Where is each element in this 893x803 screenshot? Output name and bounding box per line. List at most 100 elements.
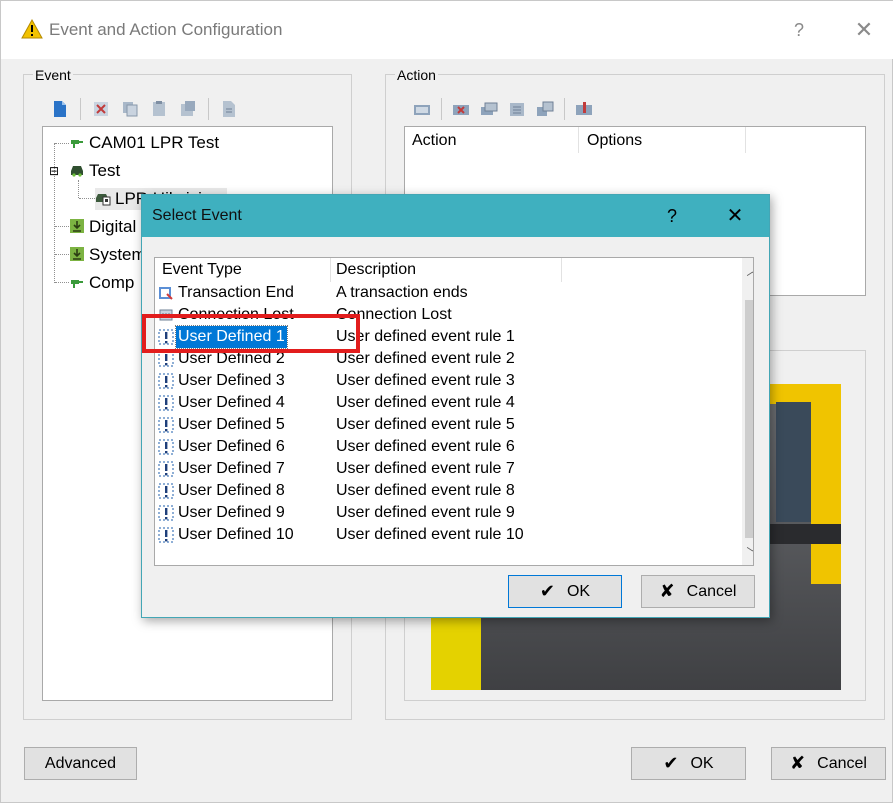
tree-line [78,180,79,198]
dialog-title: Select Event [152,207,242,224]
column-divider [578,127,579,153]
tree-item-test[interactable]: Test [69,160,120,182]
cross-icon: ✘ [790,753,806,773]
window-help-button[interactable]: ? [784,15,814,45]
event-group-label: Event [33,67,73,83]
toolbar-separator [208,98,209,120]
plug-icon [71,140,83,148]
scroll-thumb[interactable] [745,300,753,538]
tree-item-system[interactable]: System [69,244,146,266]
event-action-config-window: Event and Action Configuration ? ✕ Event… [0,0,893,803]
new-event-icon[interactable] [51,100,69,118]
event-type-cell: User Defined 5 [178,416,285,433]
exclamation-icon [158,527,174,543]
paste-event-icon[interactable] [150,100,168,118]
event-row[interactable]: User Defined 6 User defined event rule 6 [155,436,735,458]
lpr-camera-icon [96,194,111,206]
copy-action-icon[interactable] [480,100,498,118]
check-icon: ✔ [539,581,555,601]
check-icon: ✔ [663,753,679,773]
event-description-cell: User defined event rule 6 [336,438,515,455]
copy-event-icon[interactable] [121,100,139,118]
tree-item-cam01[interactable]: CAM01 LPR Test [69,132,219,154]
event-description-cell: User defined event rule 5 [336,416,515,433]
event-description-cell: A transaction ends [336,284,468,301]
window-title: Event and Action Configuration [49,20,283,39]
event-type-list[interactable]: Event Type Description Transaction End A … [154,257,754,566]
tree-line [55,143,69,144]
event-type-cell: User Defined 4 [178,394,285,411]
tree-expander[interactable]: ⊟ [49,165,59,177]
dialog-close-button[interactable]: ✕ [720,203,750,229]
options-column-header[interactable]: Options [587,132,642,150]
properties-event-icon[interactable] [220,100,238,118]
duplicate-event-icon[interactable] [179,100,197,118]
dialog-ok-button[interactable]: ✔ OK [508,575,622,608]
event-list-scrollbar[interactable]: ︿ ﹀ [742,258,753,565]
exclamation-icon [158,373,174,389]
properties-action-icon[interactable] [575,100,593,118]
event-type-cell: User Defined 7 [178,460,285,477]
event-row[interactable]: User Defined 8 User defined event rule 8 [155,480,735,502]
warning-icon [21,19,43,39]
system-icon [70,247,84,261]
new-action-icon[interactable] [413,100,431,118]
event-row[interactable]: Transaction End A transaction ends [155,282,735,304]
window-close-button[interactable]: ✕ [849,15,879,45]
highlight-annotation-box [142,314,360,353]
event-description-cell: User defined event rule 1 [336,328,515,345]
event-row[interactable]: User Defined 7 User defined event rule 7 [155,458,735,480]
cross-icon: ✘ [659,581,675,601]
exclamation-icon [158,439,174,455]
advanced-button[interactable]: Advanced [24,747,137,780]
event-type-cell: User Defined 6 [178,438,285,455]
event-description-cell: User defined event rule 2 [336,350,515,367]
event-row[interactable]: User Defined 10 User defined event rule 1… [155,524,735,546]
event-description-cell: User defined event rule 3 [336,372,515,389]
ok-button[interactable]: ✔ OK [631,747,746,780]
exclamation-icon [158,417,174,433]
digital-input-icon [70,219,84,233]
description-column-header[interactable]: Description [336,261,416,279]
column-divider [330,258,331,282]
window-titlebar: Event and Action Configuration ? ✕ [1,1,893,59]
event-description-cell: User defined event rule 9 [336,504,515,521]
exclamation-icon [158,505,174,521]
transaction-icon [159,287,173,300]
dialog-cancel-button[interactable]: ✘ Cancel [641,575,755,608]
action-group-label: Action [395,67,438,83]
tree-line [55,226,69,227]
event-row[interactable]: User Defined 3 User defined event rule 3 [155,370,735,392]
event-description-cell: User defined event rule 4 [336,394,515,411]
paste-action-icon[interactable] [508,100,526,118]
exclamation-icon [158,461,174,477]
delete-event-icon[interactable] [92,100,110,118]
event-type-cell: User Defined 9 [178,504,285,521]
event-type-column-header[interactable]: Event Type [162,261,242,279]
event-row[interactable]: User Defined 5 User defined event rule 5 [155,414,735,436]
plug-icon [71,280,83,288]
dialog-help-button[interactable]: ? [657,203,687,229]
cancel-button[interactable]: ✘ Cancel [771,747,886,780]
event-toolbar [51,97,321,121]
car-icon [71,166,83,177]
column-divider [745,127,746,153]
event-type-cell: Transaction End [178,284,294,301]
event-description-cell: User defined event rule 7 [336,460,515,477]
scroll-up-arrow[interactable]: ︿ [742,261,753,281]
action-toolbar [413,97,653,121]
column-divider [561,258,562,282]
dialog-titlebar: Select Event ? ✕ [142,195,769,237]
scroll-down-arrow[interactable]: ﹀ [742,543,753,563]
exclamation-icon [158,351,174,367]
tree-item-comp[interactable]: Comp [69,272,134,294]
toolbar-separator [564,98,565,120]
exclamation-icon [158,483,174,499]
delete-action-icon[interactable] [452,100,470,118]
event-row[interactable]: User Defined 4 User defined event rule 4 [155,392,735,414]
duplicate-action-icon[interactable] [536,100,554,118]
event-row[interactable]: User Defined 9 User defined event rule 9 [155,502,735,524]
action-column-header[interactable]: Action [412,132,456,150]
event-description-cell: User defined event rule 8 [336,482,515,499]
tree-line [55,282,69,283]
